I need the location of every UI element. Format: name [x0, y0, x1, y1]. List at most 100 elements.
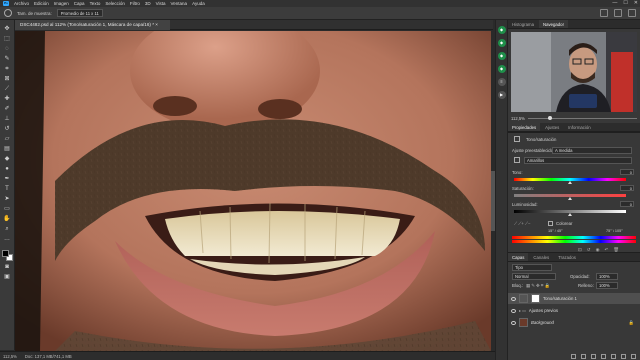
eye-icon[interactable]	[511, 308, 516, 313]
quick-select-tool-icon[interactable]: ✎	[3, 56, 12, 64]
lightness-value[interactable]: 0	[620, 201, 634, 207]
delete-layer-icon[interactable]	[631, 353, 636, 359]
search-icon[interactable]	[600, 9, 608, 17]
zoom-slider-knob[interactable]	[547, 116, 552, 120]
tab-capas[interactable]: Capas	[508, 253, 529, 261]
tab-ajustes[interactable]: Ajustes	[541, 123, 563, 131]
menu-edicion[interactable]: Edición	[34, 1, 49, 6]
eyedropper-icon[interactable]: ⟋	[3, 86, 12, 94]
navigator-zoom-slider[interactable]	[527, 116, 637, 120]
navigator-zoom: 112,5%	[511, 115, 637, 122]
lightness-knob[interactable]	[568, 213, 572, 216]
history-icon[interactable]: ≡	[497, 78, 506, 86]
layer-filter-select[interactable]: Tipo	[512, 264, 552, 271]
tab-histograma[interactable]: Histograma	[508, 20, 538, 28]
pen-tool-icon[interactable]: ✒	[3, 176, 12, 184]
move-tool-icon[interactable]: ✥	[3, 26, 12, 34]
menu-ventana[interactable]: Ventana	[171, 1, 188, 6]
healing-brush-icon[interactable]: ✚	[3, 96, 12, 104]
clone-stamp-icon[interactable]: ⊥	[3, 116, 12, 124]
history-brush-icon[interactable]: ↺	[3, 126, 12, 134]
zoom-readout[interactable]: 112,5%	[3, 354, 17, 359]
marquee-tool-icon[interactable]: ⬚	[3, 36, 12, 44]
close-window-button[interactable]: ✕	[634, 0, 638, 6]
fill-input[interactable]: 100%	[596, 282, 618, 289]
maximize-button[interactable]: ☐	[623, 0, 627, 6]
tab-trazados[interactable]: Trazados	[554, 253, 580, 261]
more-tools-icon[interactable]: …	[3, 236, 12, 244]
add-mask-icon[interactable]	[591, 353, 596, 359]
eyedropper-tool-icon[interactable]	[4, 9, 12, 17]
layer-row[interactable]: Tono/saturación 1	[508, 293, 640, 304]
type-tool-icon[interactable]: T	[3, 186, 12, 194]
eye-icon[interactable]	[511, 320, 516, 325]
menu-ayuda[interactable]: Ayuda	[192, 1, 205, 6]
opacity-input[interactable]: 100%	[596, 273, 618, 280]
menu-seleccion[interactable]: Selección	[105, 1, 125, 6]
menu-archivo[interactable]: Archivo	[14, 1, 29, 6]
eye-icon[interactable]	[511, 296, 516, 301]
path-select-icon[interactable]: ➤	[3, 196, 12, 204]
learn-icon[interactable]: ◆	[497, 39, 506, 47]
actions-icon[interactable]: ▶	[497, 91, 506, 99]
menu-3d[interactable]: 3D	[145, 1, 151, 6]
new-adjustment-icon[interactable]	[601, 353, 606, 359]
tab-canales[interactable]: Canales	[529, 253, 553, 261]
layer-row[interactable]: ▸ ▭ Ajustes previos	[508, 305, 640, 316]
menu-texto[interactable]: Texto	[90, 1, 101, 6]
document-canvas[interactable]	[15, 31, 491, 351]
document-tab[interactable]: DSC4482.psd al 112% (Tono/saturación 1, …	[15, 20, 170, 30]
blur-tool-icon[interactable]: ◆	[3, 156, 12, 164]
screen-mode-icon[interactable]: ▣	[3, 274, 12, 282]
eraser-tool-icon[interactable]: ▱	[3, 136, 12, 144]
frame-tool-icon[interactable]: ⊠	[3, 76, 12, 84]
fx-icon[interactable]	[581, 353, 586, 359]
color-swatches[interactable]	[1, 250, 13, 261]
colorize-checkbox[interactable]	[548, 221, 553, 226]
mask-thumb[interactable]	[531, 294, 540, 303]
channel-select[interactable]: Amarillos	[524, 157, 632, 164]
dodge-tool-icon[interactable]: ●	[3, 166, 12, 174]
crop-tool-icon[interactable]: ⌗	[3, 66, 12, 74]
shape-tool-icon[interactable]: ▭	[3, 206, 12, 214]
share-icon[interactable]	[628, 9, 636, 17]
hue-value[interactable]: 0	[620, 169, 634, 175]
navigator-preview[interactable]	[511, 32, 637, 112]
hue-knob[interactable]	[568, 181, 572, 184]
gradient-tool-icon[interactable]: ▤	[3, 146, 12, 154]
spectrum-bar-bottom[interactable]	[512, 240, 636, 243]
lasso-tool-icon[interactable]: ◌	[3, 46, 12, 54]
zoom-tool-icon[interactable]: ⌕	[3, 226, 12, 234]
saturation-value[interactable]: 0	[620, 185, 634, 191]
menu-filtro[interactable]: Filtro	[130, 1, 140, 6]
preset-select[interactable]: A medida	[552, 147, 632, 154]
quick-mask-icon[interactable]: ◙	[3, 264, 12, 272]
library-icon[interactable]: ◆	[497, 26, 506, 34]
new-group-icon[interactable]	[611, 353, 616, 359]
workspace-icon[interactable]	[614, 9, 622, 17]
lock-icons[interactable]: ▦ ✎ ✥ ⌗ 🔒	[526, 283, 550, 289]
tab-informacion[interactable]: Información	[564, 123, 594, 131]
menu-imagen[interactable]: Imagen	[54, 1, 69, 6]
document-size[interactable]: Doc: 137,1 MB/741,1 MB	[25, 354, 72, 359]
close-tab-icon[interactable]: ×	[155, 22, 158, 27]
new-layer-icon[interactable]	[621, 353, 626, 359]
sample-size-select[interactable]: Promedio de 11 x 11	[56, 9, 103, 17]
adjust-icon[interactable]: ◆	[497, 65, 506, 73]
link-layers-icon[interactable]	[571, 353, 576, 359]
tab-propiedades[interactable]: Propiedades	[508, 123, 541, 131]
brush-tool-icon[interactable]: ✐	[3, 106, 12, 114]
foreground-color-swatch[interactable]	[1, 250, 9, 257]
tab-navegador[interactable]: Navegador	[538, 20, 569, 28]
menu-vista[interactable]: Vista	[156, 1, 166, 6]
eyedropper-icons[interactable]: ⟋ ⟋+ ⟋−	[514, 221, 530, 226]
discover-icon[interactable]: ◆	[497, 52, 506, 60]
target-adjust-icon[interactable]	[514, 157, 520, 163]
layer-row[interactable]: Background 🔒	[508, 317, 640, 328]
navigator-zoom-value[interactable]: 112,5%	[511, 116, 525, 121]
hand-tool-icon[interactable]: ✋	[3, 216, 12, 224]
blend-mode-select[interactable]: Normal	[512, 273, 556, 280]
saturation-knob[interactable]	[568, 197, 572, 200]
menu-capa[interactable]: Capa	[74, 1, 85, 6]
minimize-button[interactable]: —	[612, 0, 617, 6]
